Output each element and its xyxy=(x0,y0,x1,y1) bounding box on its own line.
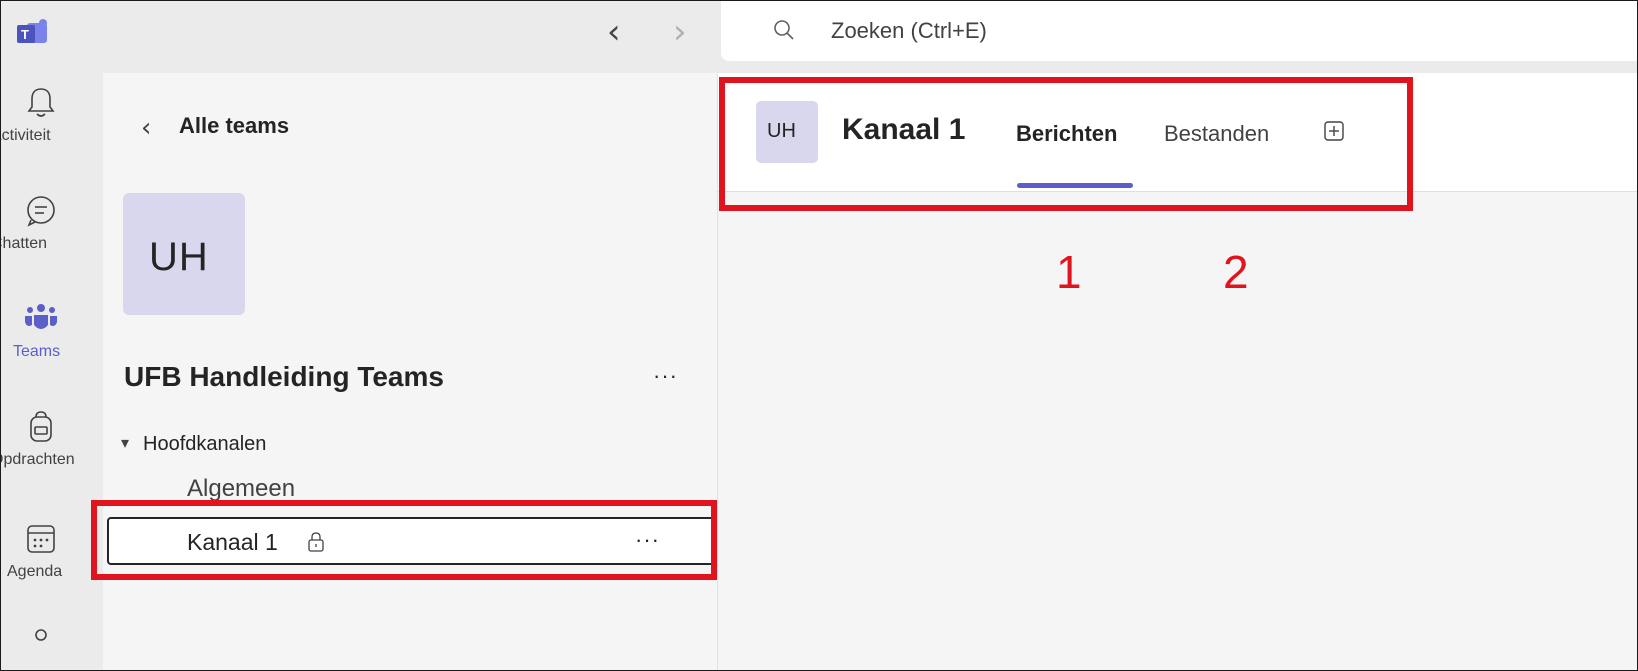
search-icon xyxy=(774,20,794,40)
rail-label: Activiteit xyxy=(1,127,51,144)
app-rail: Activiteit Chatten Teams xyxy=(1,73,103,670)
teams-logo-icon[interactable]: T xyxy=(15,19,51,47)
annotation-box-tabs xyxy=(719,77,1413,211)
team-avatar[interactable]: UH xyxy=(123,193,245,315)
title-bar: T ‹ › Zoeken (Ctrl+E) xyxy=(1,1,1637,73)
nav-forward-button[interactable]: › xyxy=(673,15,687,49)
all-teams-link[interactable]: Alle teams xyxy=(179,113,289,139)
teams-icon xyxy=(25,304,57,329)
svg-text:T: T xyxy=(21,27,29,42)
partial-icon xyxy=(35,629,47,641)
team-initials: UH xyxy=(149,235,209,279)
search-placeholder: Zoeken (Ctrl+E) xyxy=(831,18,987,43)
annotation-box-channel xyxy=(91,500,717,580)
chat-icon xyxy=(27,196,55,227)
rail-label: Opdrachten xyxy=(1,451,75,468)
team-name: UFB Handleiding Teams xyxy=(124,361,444,392)
section-label-hoofdkanalen[interactable]: Hoofdkanalen xyxy=(143,433,266,456)
caret-down-icon[interactable]: ▾ xyxy=(121,433,129,453)
search-input[interactable]: Zoeken (Ctrl+E) xyxy=(721,1,1637,61)
chevron-left-icon[interactable]: ‹ xyxy=(141,113,151,143)
nav-back-button[interactable]: ‹ xyxy=(607,15,621,49)
bell-icon xyxy=(27,88,55,117)
team-panel: ‹ Alle teams UH UFB Handleiding Teams ··… xyxy=(103,73,719,670)
rail-label: Agenda xyxy=(7,563,63,580)
channel-item-algemeen[interactable]: Algemeen xyxy=(187,475,295,503)
rail-label: Chatten xyxy=(1,235,48,252)
team-more-button[interactable]: ··· xyxy=(653,363,678,389)
calendar-icon xyxy=(27,525,55,553)
rail-label: Teams xyxy=(13,343,61,360)
annotation-label-2: 2 xyxy=(1223,246,1249,298)
annotation-label-1: 1 xyxy=(1056,246,1082,298)
backpack-icon xyxy=(30,411,52,442)
app-window: T ‹ › Zoeken (Ctrl+E) Activiteit xyxy=(0,0,1638,671)
